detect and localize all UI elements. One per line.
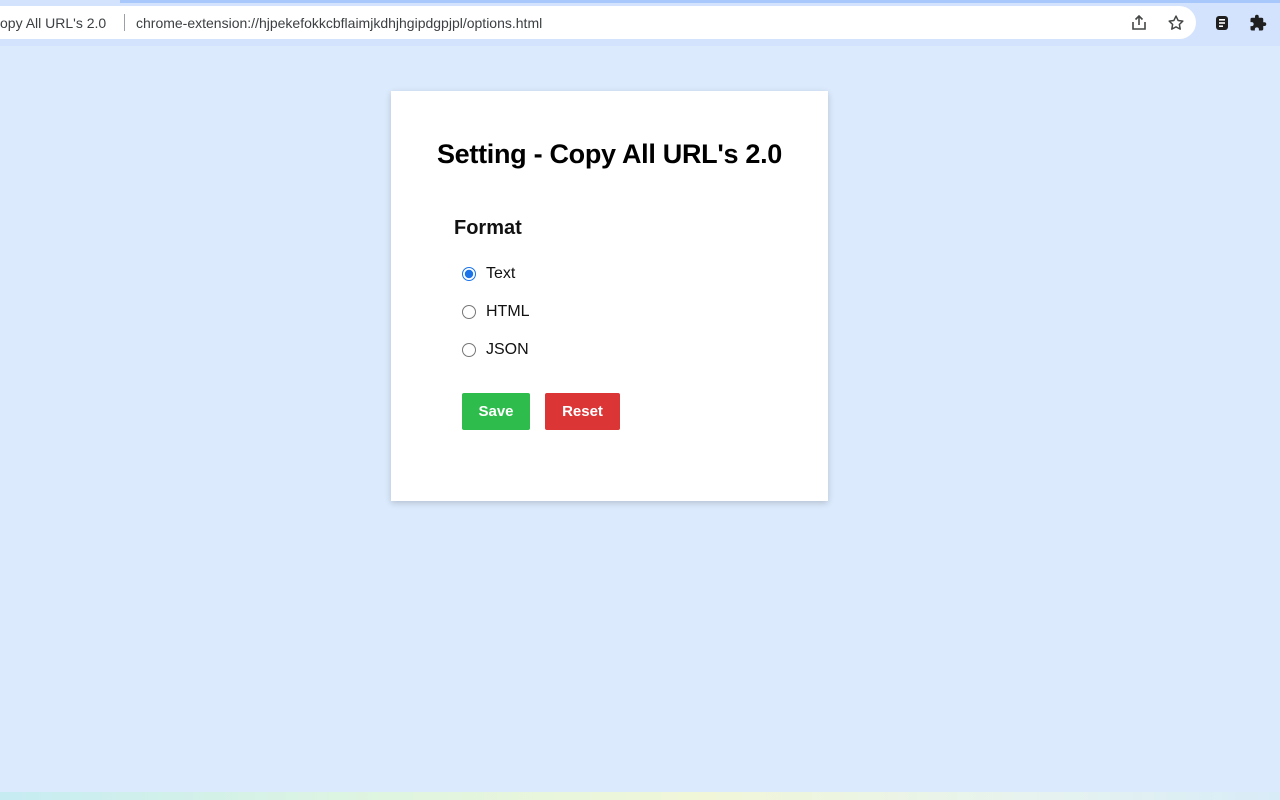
settings-card: Setting - Copy All URL's 2.0 Format Text… xyxy=(391,91,828,501)
extension-icon[interactable] xyxy=(1211,12,1233,34)
browser-toolbar: opy All URL's 2.0 chrome-extension://hjp… xyxy=(0,0,1280,46)
site-name-chip[interactable]: opy All URL's 2.0 xyxy=(0,6,106,39)
format-option-text[interactable]: Text xyxy=(462,263,515,285)
address-bar-divider xyxy=(124,14,125,31)
format-heading: Format xyxy=(454,217,522,239)
address-bar[interactable]: opy All URL's 2.0 chrome-extension://hjp… xyxy=(0,6,1196,39)
save-button[interactable]: Save xyxy=(462,393,530,430)
page-title: Setting - Copy All URL's 2.0 xyxy=(436,139,783,169)
puzzle-icon[interactable] xyxy=(1247,12,1269,34)
format-option-label[interactable]: HTML xyxy=(486,303,530,321)
format-option-label[interactable]: JSON xyxy=(486,341,529,359)
format-radio-json[interactable] xyxy=(462,343,476,357)
bookmark-star-icon[interactable] xyxy=(1165,12,1187,34)
url-text[interactable]: chrome-extension://hjpekefokkcbflaimjkdh… xyxy=(136,6,542,39)
format-option-json[interactable]: JSON xyxy=(462,339,529,361)
format-radio-html[interactable] xyxy=(462,305,476,319)
format-option-html[interactable]: HTML xyxy=(462,301,530,323)
tab-strip-edge xyxy=(120,0,1280,3)
share-icon[interactable] xyxy=(1128,12,1150,34)
format-option-label[interactable]: Text xyxy=(486,265,515,283)
format-radio-text[interactable] xyxy=(462,267,476,281)
taskbar-edge xyxy=(0,792,1280,800)
reset-button[interactable]: Reset xyxy=(545,393,620,430)
